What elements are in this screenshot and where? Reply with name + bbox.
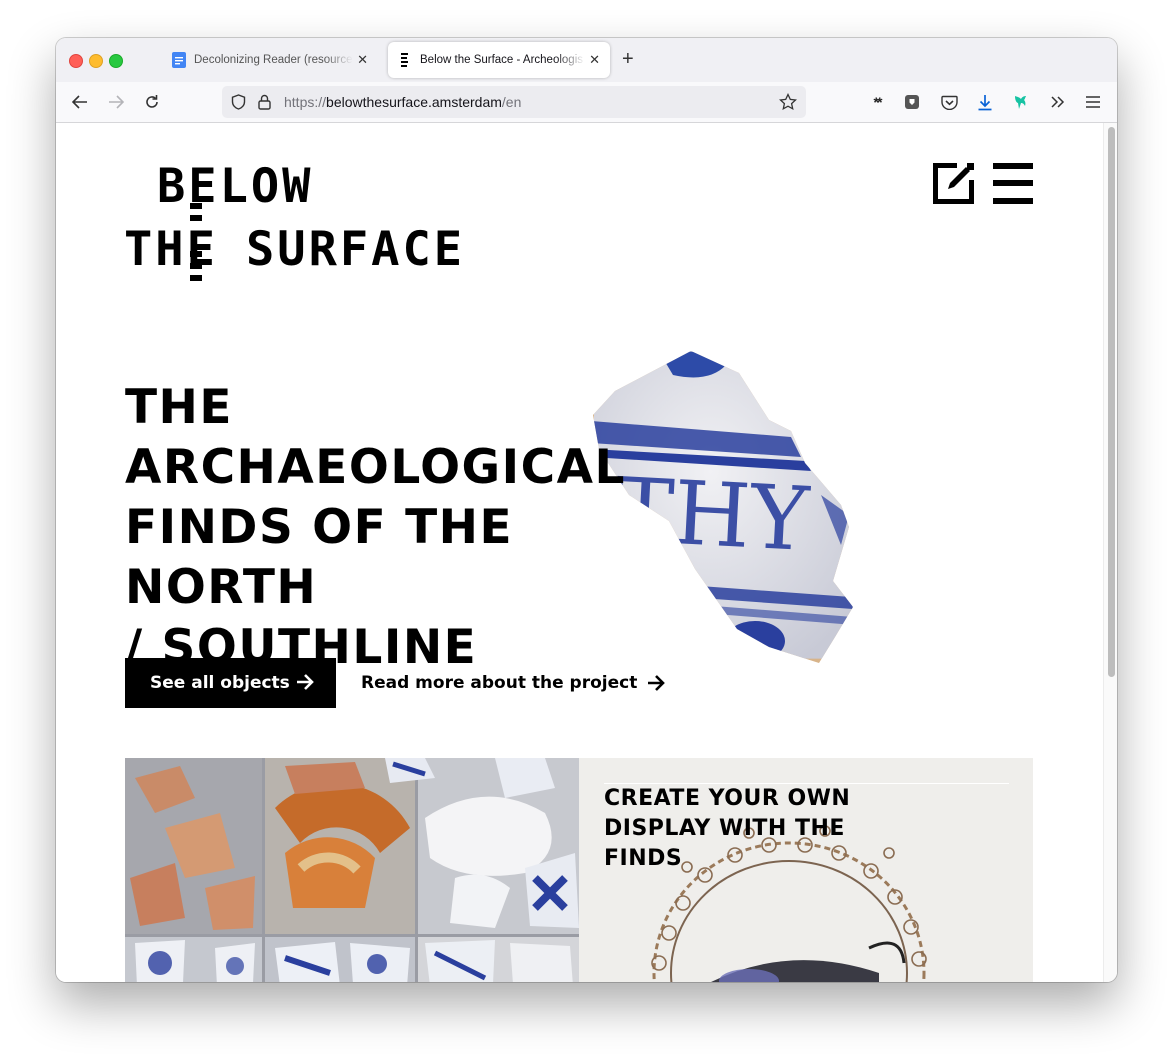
reload-icon[interactable] [141,91,163,113]
create-display-card[interactable]: CREATE YOUR OWN DISPLAY WITH THE FINDS [579,758,1033,982]
minimize-window-button[interactable] [89,54,103,68]
tab-title: Below the Surface - Archeologis [420,54,584,66]
see-all-objects-button[interactable]: See all objects [125,658,336,708]
close-window-button[interactable] [69,54,83,68]
url-host: belowthesurface.amsterdam [326,94,502,110]
tab-below-the-surface[interactable]: Below the Surface - Archeologis ✕ [388,42,610,78]
hero-title-line: THE [125,380,234,435]
back-icon[interactable] [69,91,91,113]
pottery-collage-card[interactable] [125,758,579,982]
bookmark-star-icon[interactable] [779,93,797,111]
arrow-right-icon [297,674,314,690]
logo-depth-gauge [190,203,202,281]
logo-word-surface: SURFACE [246,222,466,277]
hero-title: THE ARCHAEOLOGICAL FINDS OF THE NORTH / … [125,378,685,678]
downloads-icon[interactable] [974,91,996,113]
navigation-toolbar: https://belowthesurface.amsterdam/en ** [56,82,1117,123]
shield-icon[interactable] [231,94,246,110]
menu-icon[interactable] [993,163,1033,204]
create-display-title: CREATE YOUR OWN DISPLAY WITH THE FINDS [604,786,851,871]
below-the-surface-favicon [401,53,408,67]
hero-title-line: FINDS OF THE NORTH [125,500,514,615]
extension-bird-icon[interactable] [1010,91,1032,113]
pottery-collage-image [125,758,579,982]
site-logo[interactable]: BELOW THE SURFACE [124,159,462,281]
close-tab-icon[interactable]: ✕ [589,52,600,68]
tab-decolonizing-reader[interactable]: Decolonizing Reader (resources ✕ [162,42,378,78]
page-content: BELOW THE SURFACE THY THE ARCHAEOLOGICAL… [56,123,1103,982]
url-path: /en [501,94,522,110]
hero-title-line: ARCHAEOLOGICAL [125,440,626,495]
logo-word-below: BELOW [157,159,314,214]
page-scrollbar[interactable] [1103,123,1117,982]
hamburger-menu-icon[interactable] [1082,91,1104,113]
edit-icon[interactable] [933,163,974,204]
see-all-objects-label: See all objects [150,673,290,693]
url-scheme: https:// [284,94,327,110]
more-tools-chevron-icon[interactable] [1046,91,1068,113]
scrollbar-thumb[interactable] [1108,127,1115,677]
google-docs-icon [172,52,186,68]
url-bar[interactable]: https://belowthesurface.amsterdam/en [222,86,806,118]
extension-asterisk-icon[interactable]: ** [866,91,888,113]
browser-window: Decolonizing Reader (resources ✕ Below t… [56,38,1117,982]
tab-strip: Decolonizing Reader (resources ✕ Below t… [56,38,1117,82]
close-tab-icon[interactable]: ✕ [357,52,368,68]
url-text: https://belowthesurface.amsterdam/en [284,94,521,110]
new-tab-icon[interactable]: + [622,49,634,69]
tab-title: Decolonizing Reader (resources [194,54,354,66]
zoom-window-button[interactable] [109,54,123,68]
forward-icon[interactable] [105,91,127,113]
lock-icon[interactable] [258,94,271,110]
pocket-icon[interactable] [938,91,960,113]
extension-shield-icon[interactable] [901,91,923,113]
